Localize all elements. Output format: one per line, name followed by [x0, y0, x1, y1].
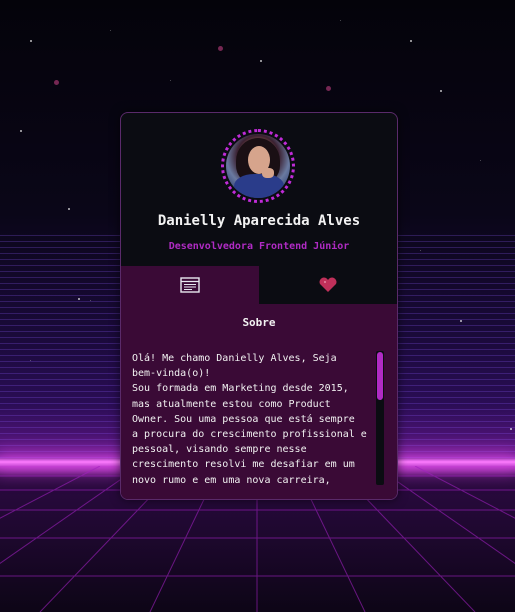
about-panel: Sobre Olá! Me chamo Danielly Alves, Seja…	[121, 304, 397, 499]
synthwave-background: Danielly Aparecida Alves Desenvolvedora …	[0, 0, 515, 612]
profile-card: Danielly Aparecida Alves Desenvolvedora …	[120, 112, 398, 500]
about-title: Sobre	[242, 316, 276, 329]
heart-icon	[319, 277, 337, 292]
profile-role: Desenvolvedora Frontend Júnior	[168, 241, 350, 252]
profile-tabs	[121, 266, 397, 304]
avatar	[226, 134, 290, 198]
profile-name: Danielly Aparecida Alves	[157, 213, 361, 229]
avatar-frame	[221, 129, 295, 203]
about-text: Olá! Me chamo Danielly Alves, Seja bem-v…	[132, 353, 367, 485]
scrollbar-thumb[interactable]	[377, 352, 383, 400]
tab-about[interactable]	[121, 266, 259, 304]
tab-likes[interactable]	[259, 266, 397, 304]
about-scrollbar[interactable]	[376, 351, 384, 485]
browser-window-icon	[180, 277, 200, 293]
